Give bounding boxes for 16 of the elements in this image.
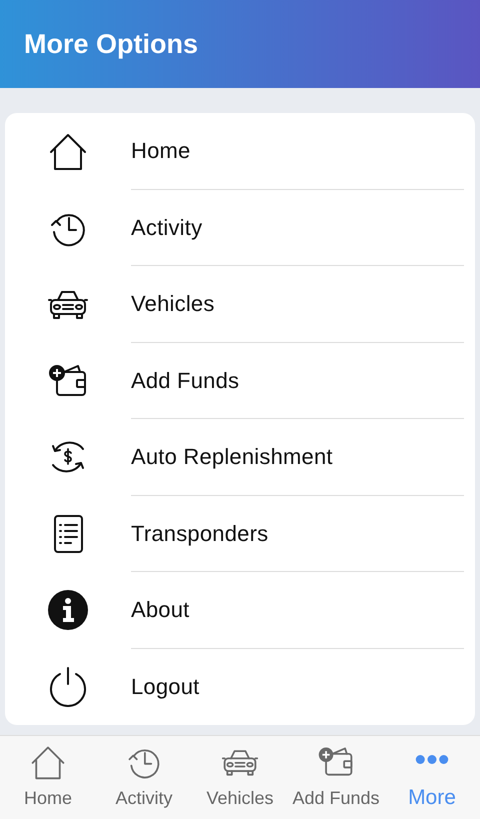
menu-item[interactable]: About [131, 593, 190, 626]
menu-item[interactable]: Activity [131, 210, 202, 244]
nav-tab[interactable]: Add Funds [288, 736, 384, 819]
nav-tab[interactable]: Home [0, 736, 96, 819]
menu-item[interactable]: Auto Replenishment [131, 440, 333, 474]
power-icon [47, 666, 89, 708]
menu-item[interactable]: Add Funds [131, 364, 240, 397]
nav-tab[interactable]: Activity [96, 736, 192, 819]
menu-item[interactable]: Transponders [131, 516, 268, 550]
menu-item[interactable]: Logout [131, 670, 200, 704]
menu-item[interactable]: Home [131, 134, 190, 168]
info-icon [47, 589, 89, 632]
page-title: More Options [24, 28, 198, 61]
menu-item[interactable]: Vehicles [131, 287, 215, 320]
nav-tab[interactable]: Vehicles [192, 736, 288, 819]
more-icon [414, 755, 450, 764]
